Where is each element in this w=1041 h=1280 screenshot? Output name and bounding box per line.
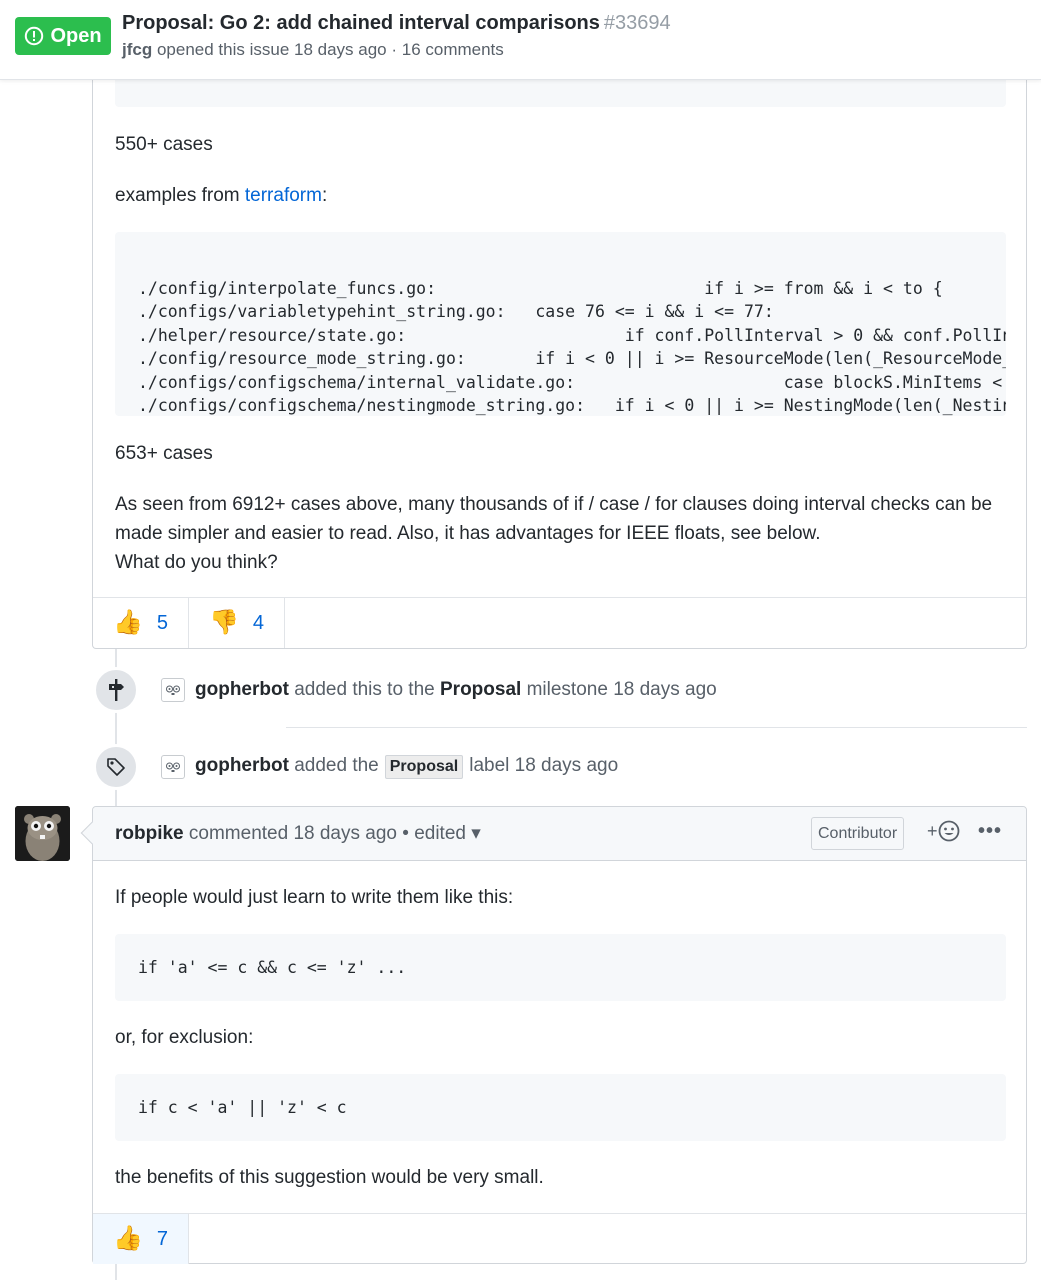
thumbs-up-icon: 👍 xyxy=(113,609,143,636)
milestone-icon xyxy=(93,667,139,713)
examples-line: examples from terraform: xyxy=(115,185,328,206)
issue-opened-icon xyxy=(25,26,44,46)
thumbs-up-icon: 👍 xyxy=(113,1225,143,1252)
tag-icon xyxy=(93,744,139,790)
contributor-badge: Contributor xyxy=(811,817,905,850)
comment-meta: robpike commented 18 days ago • edited ▾ xyxy=(115,823,481,844)
reaction-thumbs-up[interactable]: 👍 5 xyxy=(93,598,190,648)
cases-count-1: 550+ cases xyxy=(115,134,213,155)
code-block-inclusive: if 'a' <= c && c <= 'z' ... xyxy=(115,934,1006,1001)
code-line: ./config/resource_mode_string.go: if i <… xyxy=(138,349,1006,368)
issue-author-link[interactable]: jfcg xyxy=(122,40,152,59)
comment-paragraph: the benefits of this suggestion would be… xyxy=(115,1167,544,1188)
code-block-exclusive: if c < 'a' || 'z' < c xyxy=(115,1074,1006,1141)
issue-meta: jfcg opened this issue 18 days ago · 16 … xyxy=(122,40,504,59)
event-divider xyxy=(286,727,1027,728)
code-line: ./config/interpolate_funcs.go: if i >= f… xyxy=(138,278,943,298)
reaction-thumbs-down[interactable]: 👎 4 xyxy=(189,598,286,648)
reactions-bar: 👍 7 xyxy=(93,1213,1026,1264)
event-actor-link[interactable]: gopherbot xyxy=(195,679,289,700)
question-text: What do you think? xyxy=(115,552,278,573)
comment-paragraph: If people would just learn to write them… xyxy=(115,887,514,908)
reaction-count: 7 xyxy=(156,1227,169,1250)
code-line: ./configs/variabletypehint_string.go: ca… xyxy=(138,302,774,321)
smiley-icon xyxy=(938,820,959,842)
issue-number: #33694 xyxy=(603,12,671,34)
chevron-down-icon[interactable]: ▾ xyxy=(471,823,481,844)
terraform-link[interactable]: terraform xyxy=(245,185,322,206)
reaction-count: 5 xyxy=(156,611,169,634)
code-line: ./helper/resource/state.go: if conf.Poll… xyxy=(138,325,1006,345)
summary-paragraph: As seen from 6912+ cases above, many tho… xyxy=(115,494,993,544)
comment-author-link[interactable]: robpike xyxy=(115,823,184,844)
robpike-comment: robpike commented 18 days ago • edited ▾… xyxy=(80,806,1027,1264)
more-options-icon[interactable]: ••• xyxy=(978,820,1002,843)
timeline-line xyxy=(115,1264,117,1280)
open-state-badge: Open xyxy=(15,17,111,55)
thumbs-down-icon: 👎 xyxy=(209,609,239,636)
reaction-thumbs-up[interactable]: 👍 7 xyxy=(93,1214,190,1264)
terraform-code-block: ./config/interpolate_funcs.go: if i >= f… xyxy=(115,232,1006,416)
gopherbot-avatar[interactable] xyxy=(161,678,185,702)
cases-count-2: 653+ cases xyxy=(115,443,213,464)
sticky-issue-header: Open Proposal: Go 2: add chained interva… xyxy=(0,0,1041,80)
reactions-bar: 👍 5 👎 4 xyxy=(93,597,1026,648)
code-line: ./configs/configschema/nestingmode_strin… xyxy=(138,396,1006,415)
proposal-label[interactable]: Proposal xyxy=(384,755,464,779)
reaction-count: 4 xyxy=(252,611,265,634)
event-actor-link[interactable]: gopherbot xyxy=(195,755,289,776)
issue-body-comment: 550+ cases examples from terraform: ./co… xyxy=(92,40,1027,649)
milestone-link[interactable]: Proposal xyxy=(440,679,521,700)
add-reaction-button[interactable]: + xyxy=(927,820,960,842)
issue-title: Proposal: Go 2: add chained interval com… xyxy=(122,12,671,34)
timeline-event-milestone: gopherbot added this to the Proposal mil… xyxy=(93,667,717,713)
robpike-avatar[interactable] xyxy=(15,806,70,861)
gopherbot-avatar[interactable] xyxy=(161,755,185,779)
comment-header: robpike commented 18 days ago • edited ▾… xyxy=(80,807,1026,861)
timeline-event-label: gopherbot added the Proposal label 18 days… xyxy=(93,744,618,790)
comment-paragraph: or, for exclusion: xyxy=(115,1027,254,1048)
code-line: ./configs/configschema/internal_validate… xyxy=(138,372,1006,392)
